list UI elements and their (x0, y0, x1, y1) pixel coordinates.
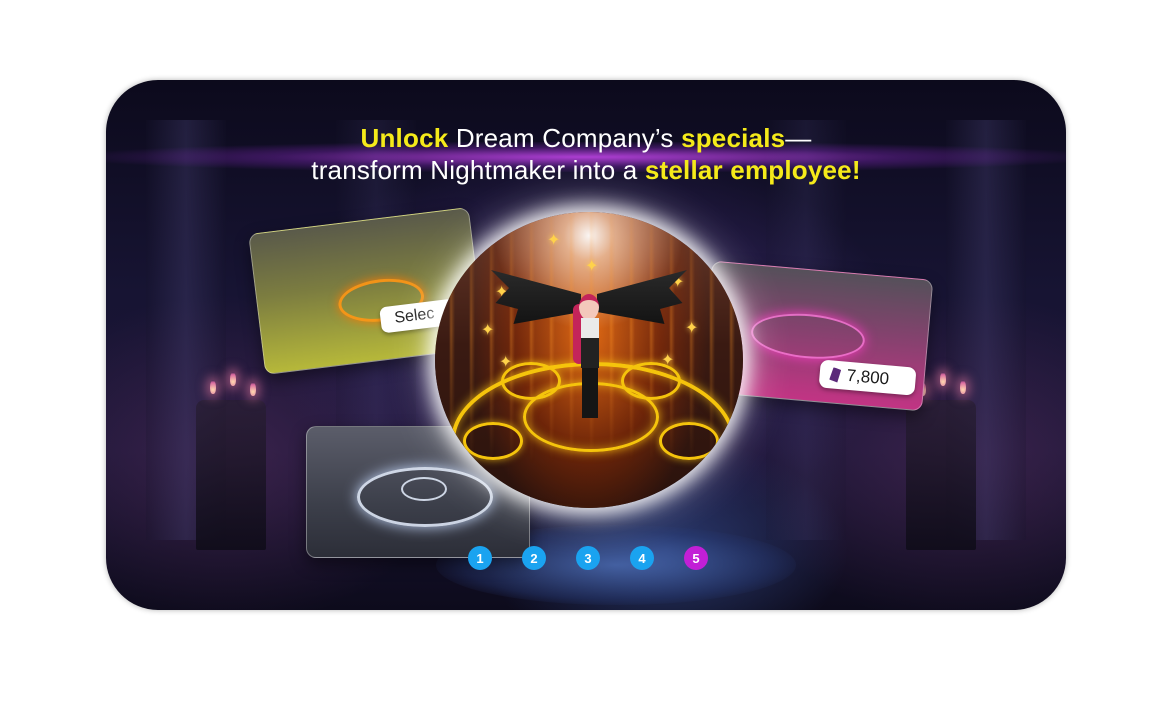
candle-flame-icon (230, 372, 236, 386)
page-dot-2[interactable]: 2 (522, 546, 546, 570)
headline-line-2: transform Nightmaker into a stellar empl… (106, 154, 1066, 186)
effect-preview-orb: ✦ ✦ ✦ ✦ ✦ ✦ ✦ ✦ (435, 212, 743, 508)
sparkle-icon: ✦ (481, 322, 495, 339)
sparkle-icon: ✦ (547, 232, 561, 249)
pagination: 1 2 3 4 5 (468, 546, 708, 570)
price-value: 7,800 (845, 365, 890, 389)
magic-circle-small-icon (463, 422, 523, 460)
candle-flame-icon (250, 382, 256, 396)
headline-text: transform Nightmaker into a (311, 155, 645, 185)
character-head (579, 294, 599, 320)
headline-dash: — (785, 123, 812, 153)
headline-highlight-unlock: Unlock (360, 123, 449, 153)
headline: Unlock Dream Company’s specials— transfo… (106, 122, 1066, 186)
price-button[interactable]: 7,800 (818, 359, 917, 396)
crystal-gem-icon (829, 367, 841, 383)
page-dot-3[interactable]: 3 (576, 546, 600, 570)
magic-circle-small-icon (659, 422, 719, 460)
candelabra-left (196, 400, 266, 550)
sparkle-icon: ✦ (661, 352, 675, 369)
headline-line-1: Unlock Dream Company’s specials— (106, 122, 1066, 154)
headline-text: Dream Company’s (448, 123, 682, 153)
headline-highlight-stellar: stellar employee! (644, 155, 861, 185)
sparkle-icon: ✦ (685, 320, 699, 337)
headline-highlight-specials: specials (681, 123, 786, 153)
sparkle-icon: ✦ (499, 354, 513, 371)
sparkle-icon: ✦ (585, 258, 599, 275)
candelabra-right (906, 400, 976, 550)
page-dot-4[interactable]: 4 (630, 546, 654, 570)
character-legs (582, 368, 598, 418)
candle-flame-icon (960, 380, 966, 394)
game-stage: Unlock Dream Company’s specials— transfo… (106, 80, 1066, 610)
rune-circle-icon (749, 309, 867, 364)
character-body (581, 318, 599, 368)
page-dot-1[interactable]: 1 (468, 546, 492, 570)
nightmaker-character (567, 294, 611, 434)
candle-flame-icon (940, 372, 946, 386)
page-dot-5[interactable]: 5 (684, 546, 708, 570)
candle-flame-icon (210, 380, 216, 394)
